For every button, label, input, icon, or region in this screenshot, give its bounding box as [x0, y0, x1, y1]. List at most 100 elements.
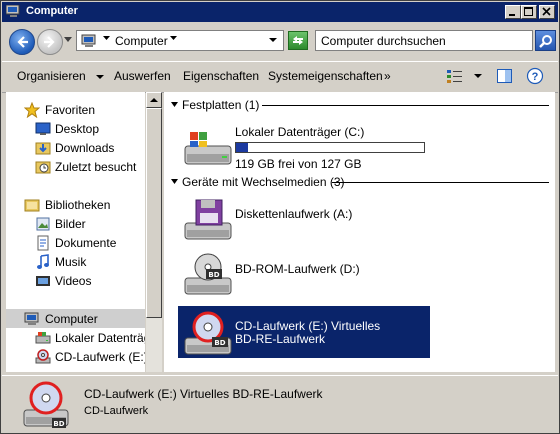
svg-text:BD: BD: [53, 420, 64, 428]
nav-computer[interactable]: Computer: [6, 309, 145, 328]
nav-local-disk[interactable]: Lokaler Datenträger: [6, 328, 145, 347]
nav-music-label: Musik: [55, 255, 87, 269]
details-type: CD-Laufwerk: [84, 405, 149, 417]
collapse-triangle-icon: [171, 179, 178, 184]
hard-drive-icon: [184, 132, 232, 165]
refresh-button[interactable]: [288, 31, 308, 50]
documents-icon: [37, 235, 49, 251]
computer-icon: [24, 312, 39, 325]
bd-re-drive-icon: BD: [184, 311, 232, 355]
close-button[interactable]: [539, 5, 555, 19]
recent-places-icon: [35, 161, 51, 174]
drive-cd-e-name-line1: CD-Laufwerk (E:) Virtuelles: [235, 319, 381, 333]
nav-cd-drive-label: CD-Laufwerk (E:) V: [55, 350, 145, 364]
chevron-down-icon[interactable]: [170, 36, 177, 41]
nav-desktop-label: Desktop: [55, 122, 100, 136]
organize-menu[interactable]: Organisieren: [17, 69, 105, 83]
nav-pictures-label: Bilder: [55, 217, 86, 231]
nav-desktop[interactable]: Desktop: [6, 119, 145, 138]
libraries-icon: [24, 199, 40, 212]
minimize-icon: [509, 14, 515, 16]
drive-floppy-a[interactable]: Diskettenlaufwerk (A:): [178, 193, 430, 245]
address-bar[interactable]: Computer: [76, 30, 284, 51]
breadcrumb-computer[interactable]: Computer: [115, 34, 168, 48]
details-pane: BD CD-Laufwerk (E:) Virtuelles BD-RE-Lau…: [2, 375, 558, 433]
nav-computer-label: Computer: [45, 312, 98, 326]
music-note-icon: [37, 254, 49, 269]
desktop-icon: [35, 122, 51, 135]
nav-libraries-label: Bibliotheken: [45, 198, 111, 212]
back-button[interactable]: [9, 29, 35, 55]
system-properties-button[interactable]: Systemeigenschaften: [268, 69, 383, 83]
organize-label: Organisieren: [17, 69, 86, 83]
refresh-icon: [293, 36, 303, 45]
svg-text:BD: BD: [208, 271, 219, 279]
nav-scrollbar[interactable]: [146, 92, 162, 372]
star-icon: [24, 102, 40, 118]
maximize-icon: [524, 7, 533, 16]
group-divider: [262, 105, 549, 106]
history-dropdown-icon[interactable]: [64, 37, 72, 43]
chevron-down-icon: [96, 75, 105, 79]
properties-button[interactable]: Eigenschaften: [183, 69, 259, 83]
nav-cd-drive[interactable]: CD-Laufwerk (E:) V: [6, 347, 145, 366]
chevron-down-icon[interactable]: [103, 36, 110, 41]
nav-downloads-label: Downloads: [55, 141, 115, 155]
arrow-left-icon: [17, 36, 28, 48]
group-hard-disks-label: Festplatten (1): [182, 98, 260, 112]
minimize-button[interactable]: [505, 5, 521, 19]
drive-bdrom-d[interactable]: BD BD-ROM-Laufwerk (D:): [178, 248, 430, 300]
details-title: CD-Laufwerk (E:) Virtuelles BD-RE-Laufwe…: [84, 387, 323, 401]
view-options-icon[interactable]: [446, 67, 464, 85]
title-bar[interactable]: Computer: [2, 2, 558, 22]
group-divider: [332, 182, 549, 183]
videos-icon: [36, 276, 50, 286]
nav-music[interactable]: Musik: [6, 252, 145, 271]
group-hard-disks[interactable]: Festplatten (1): [164, 98, 555, 114]
content-pane: Festplatten (1) Lokaler Datenträger (C:)…: [164, 92, 555, 372]
group-removable[interactable]: Geräte mit Wechselmedien (3): [164, 175, 555, 191]
nav-libraries[interactable]: Bibliotheken: [6, 195, 145, 214]
search-input[interactable]: Computer durchsuchen: [315, 30, 533, 51]
drive-bdrom-d-name: BD-ROM-Laufwerk (D:): [235, 262, 360, 276]
window-title: Computer: [26, 5, 78, 17]
computer-icon: [81, 34, 96, 47]
nav-documents[interactable]: Dokumente: [6, 233, 145, 252]
floppy-drive-icon: [184, 199, 232, 240]
eject-button[interactable]: Auswerfen: [114, 69, 171, 83]
nav-recent[interactable]: Zuletzt besucht: [6, 157, 145, 176]
svg-text:?: ?: [532, 71, 539, 83]
address-dropdown-icon[interactable]: [269, 38, 277, 43]
bd-rom-drive-icon: BD: [184, 253, 232, 295]
forward-button[interactable]: [37, 29, 63, 55]
search-button[interactable]: [535, 30, 556, 51]
help-icon[interactable]: ?: [526, 67, 544, 85]
drive-floppy-a-name: Diskettenlaufwerk (A:): [235, 207, 353, 221]
command-bar: Organisieren Auswerfen Eigenschaften Sys…: [2, 61, 558, 93]
downloads-folder-icon: [35, 142, 51, 155]
maximize-button[interactable]: [521, 5, 537, 19]
preview-pane-icon[interactable]: [496, 67, 514, 85]
close-icon: [542, 7, 551, 16]
arrow-right-icon: [44, 36, 55, 48]
capacity-bar: [235, 142, 425, 153]
drive-local-c-name: Lokaler Datenträger (C:): [235, 125, 365, 139]
group-removable-label: Geräte mit Wechselmedien (3): [182, 175, 345, 189]
scroll-thumb[interactable]: [146, 108, 162, 318]
drive-cd-e[interactable]: BD CD-Laufwerk (E:) Virtuelles BD-RE-Lau…: [178, 306, 430, 358]
drive-local-c-free: 119 GB frei von 127 GB: [235, 157, 362, 171]
computer-icon: [6, 5, 20, 17]
nav-favorites[interactable]: Favoriten: [6, 100, 145, 119]
nav-pictures[interactable]: Bilder: [6, 214, 145, 233]
nav-downloads[interactable]: Downloads: [6, 138, 145, 157]
nav-recent-label: Zuletzt besucht: [55, 160, 137, 174]
scroll-up-button[interactable]: [146, 92, 162, 108]
more-commands-button[interactable]: »: [384, 69, 391, 83]
nav-videos[interactable]: Videos: [6, 271, 145, 290]
nav-local-disk-label: Lokaler Datenträger: [55, 331, 145, 345]
bd-re-drive-icon: BD: [23, 381, 69, 428]
chevron-down-icon[interactable]: [474, 74, 482, 79]
drive-local-c[interactable]: Lokaler Datenträger (C:) 119 GB frei von…: [178, 120, 430, 172]
drive-cd-e-name-line2: BD-RE-Laufwerk: [235, 332, 326, 346]
navigation-pane: Favoriten Desktop Downloads Zuletzt besu…: [6, 92, 145, 372]
